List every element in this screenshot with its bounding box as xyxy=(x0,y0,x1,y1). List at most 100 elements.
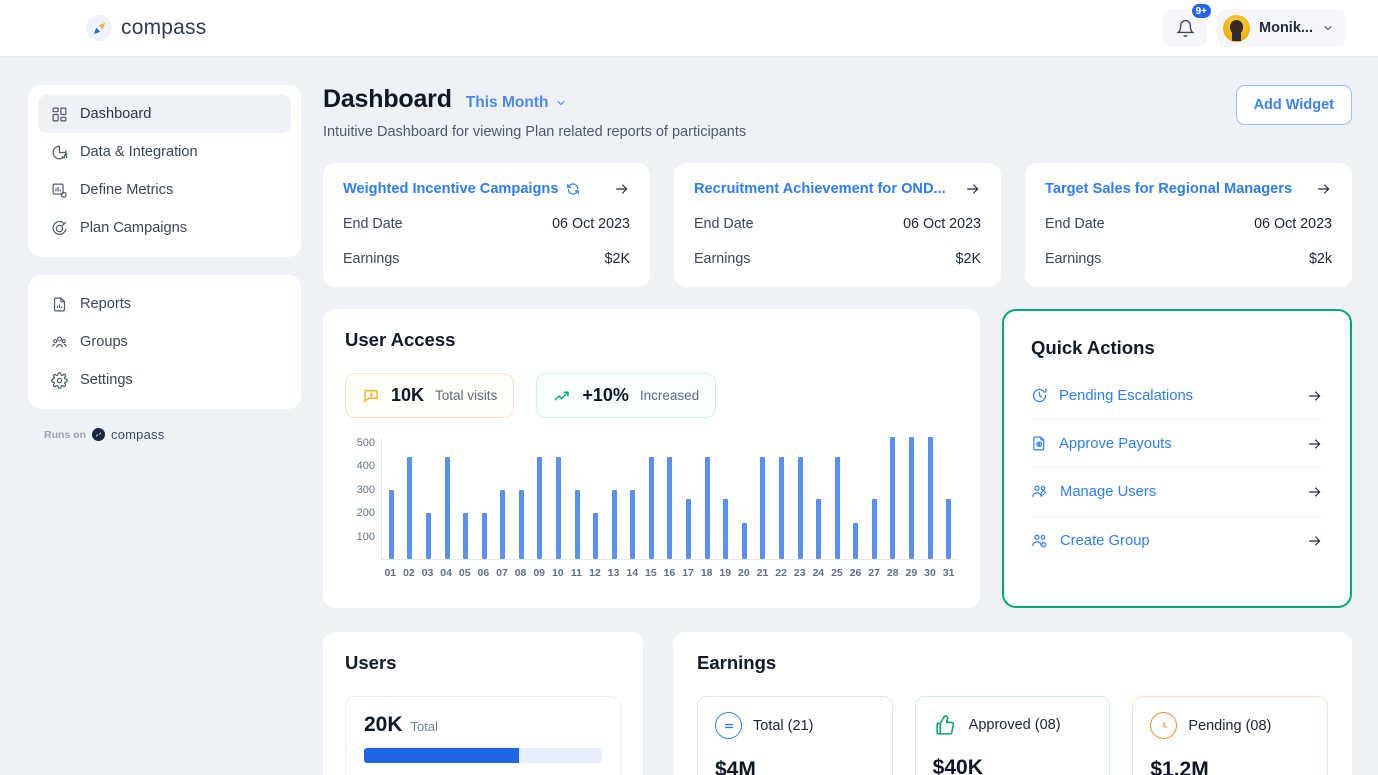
chart-bar-column xyxy=(438,438,457,559)
notifications-button[interactable]: 9+ xyxy=(1163,2,1214,47)
chart-x-label: 18 xyxy=(700,567,713,579)
page-header: Dashboard This Month Intuitive Dashboard… xyxy=(323,85,1352,140)
chart-bar-column xyxy=(493,438,512,559)
campaign-earnings-row: Earnings $2k xyxy=(1045,251,1332,267)
app-shell: Dashboard Data & Integration Define Metr… xyxy=(0,57,1378,775)
user-access-title: User Access xyxy=(345,329,456,350)
chart-bar-column xyxy=(531,438,550,559)
earnings-label: Earnings xyxy=(1045,251,1102,267)
period-label: This Month xyxy=(465,94,549,111)
campaign-card[interactable]: Recruitment Achievement for OND... End D… xyxy=(674,163,1001,287)
chart-bar-column xyxy=(884,437,903,559)
chart-x-label: 27 xyxy=(868,567,880,579)
user-access-bar-chart: 500 400 300 200 100 01 02 03 04 05 06 07 08 09 10 11 12… xyxy=(345,437,958,590)
clock-icon xyxy=(1150,712,1178,739)
chart-bar-column xyxy=(661,438,680,559)
sidebar-item-define-metrics[interactable]: Define Metrics xyxy=(38,171,291,209)
chart-bar-column xyxy=(382,438,401,559)
chart-x-label: 28 xyxy=(886,567,899,579)
chart-bar xyxy=(927,437,933,559)
sidebar-item-data-integration[interactable]: Data & Integration xyxy=(38,133,291,171)
sidebar-item-label: Plan Campaigns xyxy=(80,220,188,236)
chart-bar xyxy=(425,513,431,559)
avatar xyxy=(1223,14,1251,42)
chart-bar-column xyxy=(865,438,884,559)
quick-action-approve-payouts[interactable]: Approve Payouts xyxy=(1031,419,1323,467)
campaign-end-date-row: End Date 06 Oct 2023 xyxy=(343,216,630,232)
sidebar-item-plan-campaigns[interactable]: Plan Campaigns xyxy=(38,209,291,247)
gear-icon xyxy=(50,371,68,389)
chart-x-label: 24 xyxy=(812,567,825,579)
metrics-settings-icon xyxy=(50,181,68,199)
bell-icon xyxy=(1175,19,1195,38)
chart-bar xyxy=(648,456,654,559)
chart-bar-column xyxy=(772,438,791,559)
arrow-right-icon[interactable] xyxy=(614,181,630,197)
brand-logo[interactable]: compass xyxy=(86,15,206,41)
chart-x-label: 20 xyxy=(738,567,750,579)
sidebar-item-groups[interactable]: Groups xyxy=(38,323,291,361)
earnings-title: Earnings xyxy=(697,652,777,673)
chart-bar xyxy=(388,489,394,559)
arrow-right-icon[interactable] xyxy=(965,181,981,197)
chart-x-label: 15 xyxy=(644,567,657,579)
quick-actions-panel: Quick Actions Pending Escalations Approv… xyxy=(1002,309,1352,608)
sidebar: Dashboard Data & Integration Define Metr… xyxy=(28,85,301,775)
quick-action-create-group[interactable]: Create Group xyxy=(1031,516,1323,565)
chart-x-label: 22 xyxy=(775,567,787,579)
users-card: Users 20K Total 13K 7K xyxy=(323,632,643,775)
quick-actions-title: Quick Actions xyxy=(1031,337,1155,358)
sidebar-item-settings[interactable]: Settings xyxy=(38,361,291,399)
sidebar-item-reports[interactable]: Reports xyxy=(38,285,291,323)
users-title: Users xyxy=(345,652,397,673)
chart-bar xyxy=(890,437,896,559)
end-date-value: 06 Oct 2023 xyxy=(552,216,630,232)
chart-bar xyxy=(555,456,561,559)
quick-action-label: Create Group xyxy=(1060,533,1150,549)
quick-actions-card: Quick Actions Pending Escalations Approv… xyxy=(1009,316,1345,579)
campaign-card[interactable]: Target Sales for Regional Managers End D… xyxy=(1025,163,1352,287)
end-date-label: End Date xyxy=(694,216,754,232)
quick-action-manage-users[interactable]: Manage Users xyxy=(1031,467,1323,516)
campaign-card[interactable]: Weighted Incentive Campaigns End Date 06… xyxy=(323,163,650,287)
quick-action-label: Manage Users xyxy=(1060,484,1157,500)
chart-y-tick: 300 xyxy=(356,483,375,496)
stat-chip-increased: +10% Increased xyxy=(536,373,717,418)
arrow-right-icon[interactable] xyxy=(1307,388,1323,404)
target-icon xyxy=(50,219,68,237)
chart-bar-column xyxy=(921,437,940,559)
earnings-box-value: $1.2M xyxy=(1150,758,1209,775)
users-total-label: Total xyxy=(410,719,438,734)
campaign-end-date-row: End Date 06 Oct 2023 xyxy=(1045,216,1332,232)
chart-x-label: 29 xyxy=(905,567,918,579)
chart-bar-column xyxy=(679,438,698,559)
arrow-right-icon[interactable] xyxy=(1316,181,1332,197)
sidebar-item-label: Settings xyxy=(80,372,133,388)
chart-x-label: 02 xyxy=(403,567,415,579)
user-menu[interactable]: Monik... xyxy=(1217,9,1346,47)
arrow-right-icon[interactable] xyxy=(1307,533,1323,549)
quick-action-label: Pending Escalations xyxy=(1059,387,1194,404)
chart-bar xyxy=(407,456,413,559)
main-content: Dashboard This Month Intuitive Dashboard… xyxy=(323,85,1352,775)
sidebar-item-dashboard[interactable]: Dashboard xyxy=(38,95,291,133)
sidebar-item-label: Data & Integration xyxy=(80,144,198,160)
chart-x-label: 07 xyxy=(496,567,508,579)
chart-bar xyxy=(444,456,450,559)
period-selector[interactable]: This Month xyxy=(466,94,568,112)
refresh-icon[interactable] xyxy=(566,182,580,196)
user-access-card: User Access 10K Total visits +10% Increa… xyxy=(323,309,980,608)
chart-x-label: 11 xyxy=(570,567,582,579)
chart-x-label: 01 xyxy=(384,567,397,579)
thumbs-up-icon xyxy=(933,712,958,737)
chart-bar xyxy=(908,437,914,559)
arrow-right-icon[interactable] xyxy=(1307,436,1323,452)
chart-bar xyxy=(834,456,840,559)
chart-bar xyxy=(871,499,877,559)
chart-bar-column xyxy=(791,438,810,559)
chart-bar-column xyxy=(549,438,568,559)
add-widget-button[interactable]: Add Widget xyxy=(1235,85,1352,125)
chart-x-label: 10 xyxy=(551,567,564,579)
quick-action-pending-escalations[interactable]: Pending Escalations xyxy=(1031,372,1323,419)
arrow-right-icon[interactable] xyxy=(1307,484,1323,500)
